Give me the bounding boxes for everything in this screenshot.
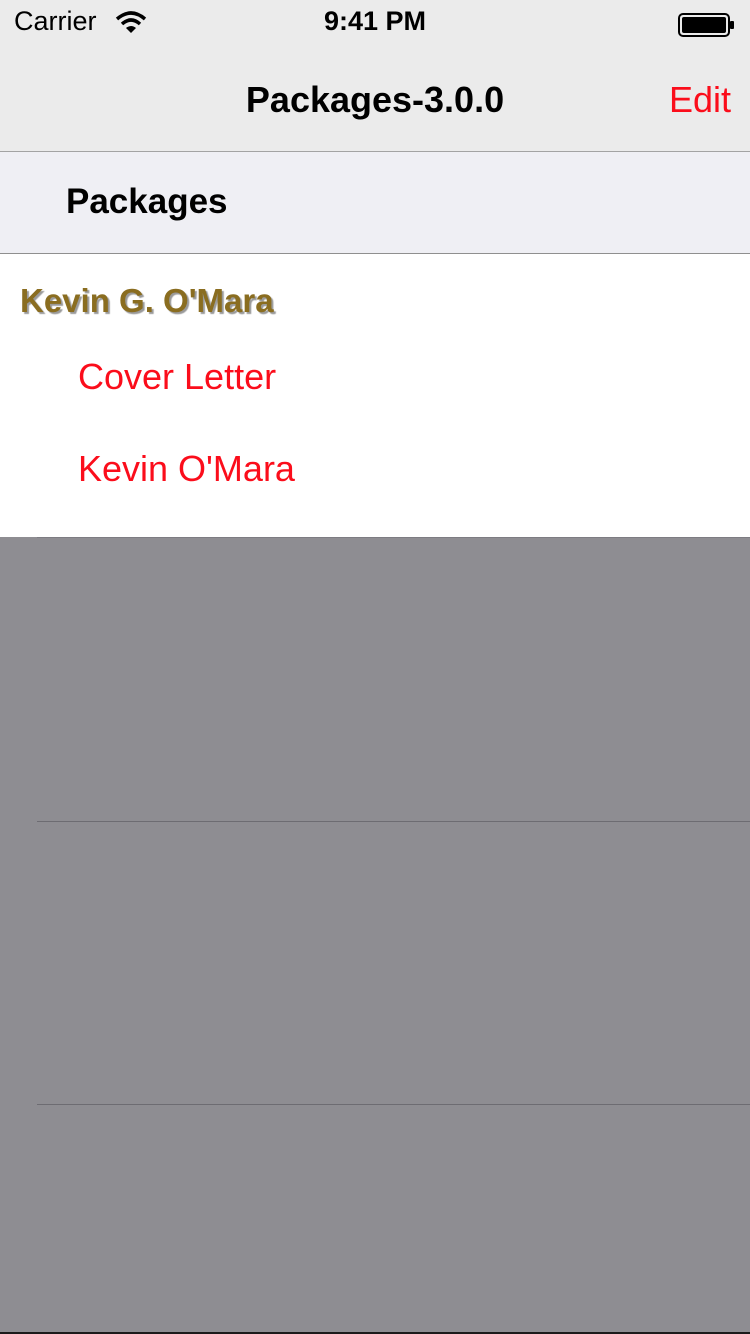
top-chrome: Carrier 9:41 PM Packages-3.0.0 Edit bbox=[0, 0, 750, 152]
list-item-resume[interactable]: Kevin O'Mara bbox=[78, 448, 295, 490]
row-separator bbox=[37, 537, 750, 538]
status-bar: Carrier 9:41 PM bbox=[0, 0, 750, 40]
list-item-cover-letter[interactable]: Cover Letter bbox=[78, 356, 276, 398]
section-header: Packages bbox=[0, 152, 750, 254]
row-separator bbox=[37, 1104, 750, 1105]
edit-button[interactable]: Edit bbox=[669, 79, 731, 121]
row-separator bbox=[37, 821, 750, 822]
nav-title: Packages-3.0.0 bbox=[245, 79, 505, 120]
section-title: Packages bbox=[66, 182, 228, 221]
package-content: Kevin G. O'Mara Cover Letter Kevin O'Mar… bbox=[0, 254, 750, 537]
navigation-bar: Packages-3.0.0 Edit bbox=[0, 40, 750, 152]
package-owner-name: Kevin G. O'Mara bbox=[20, 282, 274, 319]
status-time: 9:41 PM bbox=[323, 6, 427, 36]
battery-icon bbox=[678, 13, 734, 37]
app-screen: Carrier 9:41 PM Packages-3.0.0 Edit Pack… bbox=[0, 0, 750, 1334]
